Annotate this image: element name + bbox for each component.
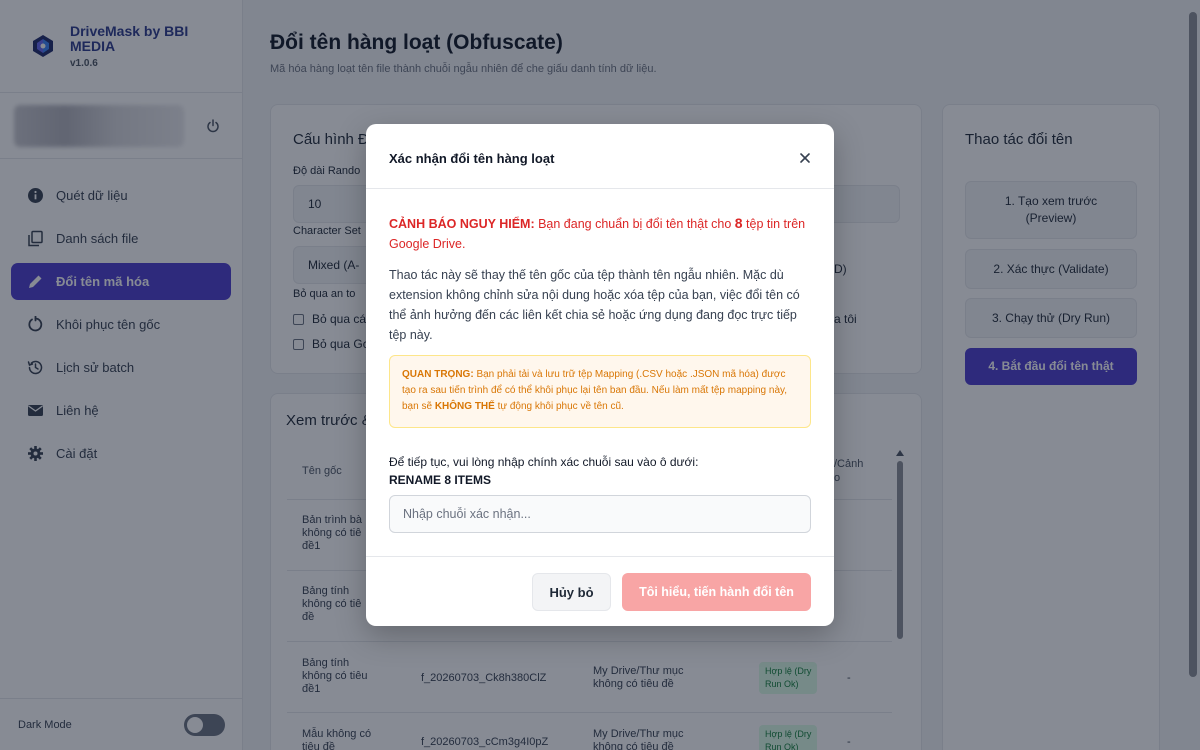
important-notice: QUAN TRỌNG: Bạn phải tải và lưu trữ tệp …	[389, 355, 811, 428]
dialog-footer: Hủy bỏ Tôi hiểu, tiến hành đổi tên	[366, 556, 834, 626]
warning-heading: CẢNH BÁO NGUY HIỂM:	[389, 217, 535, 231]
warning-count: 8	[734, 215, 743, 231]
confirm-input[interactable]	[389, 495, 811, 533]
important-heading: QUAN TRỌNG:	[402, 369, 474, 380]
warning-text: Bạn đang chuẩn bị đổi tên thật cho	[534, 217, 735, 231]
confirm-rename-dialog: Xác nhận đổi tên hàng loạt CẢNH BÁO NGUY…	[366, 124, 834, 626]
important-text-end: tự động khôi phục về tên cũ.	[494, 401, 624, 412]
confirm-rename-button[interactable]: Tôi hiểu, tiến hành đổi tên	[622, 573, 811, 611]
confirm-string: RENAME 8 ITEMS	[389, 473, 492, 487]
important-emphasis: KHÔNG THỂ	[434, 401, 495, 412]
close-icon[interactable]	[798, 151, 812, 165]
confirm-prompt: Để tiếp tục, vui lòng nhập chính xác chu…	[389, 455, 699, 469]
dialog-header: Xác nhận đổi tên hàng loạt	[366, 124, 834, 189]
dialog-description: Thao tác này sẽ thay thế tên gốc của tệp…	[389, 268, 800, 342]
danger-warning: CẢNH BÁO NGUY HIỂM: Bạn đang chuẩn bị đổ…	[389, 213, 811, 254]
cancel-button[interactable]: Hủy bỏ	[532, 573, 611, 611]
dialog-title: Xác nhận đổi tên hàng loạt	[389, 151, 555, 166]
